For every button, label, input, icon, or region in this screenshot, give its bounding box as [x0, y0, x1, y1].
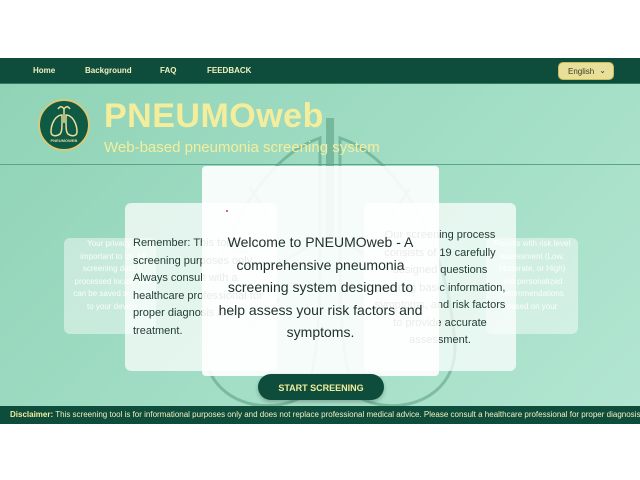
- carousel-card-welcome: Welcome to PNEUMOweb - A comprehensive p…: [202, 166, 439, 376]
- chevron-down-icon: ⌄: [599, 66, 606, 75]
- app-title: PNEUMOweb: [104, 97, 324, 135]
- lungs-logo: PNEUMOWEB: [38, 99, 90, 151]
- nav-faq-link[interactable]: FAQ: [160, 66, 176, 75]
- nav-feedback-link[interactable]: FEEDBACK: [207, 66, 251, 75]
- indicator-dot: [226, 210, 228, 212]
- logo-text: PNEUMOWEB: [50, 138, 78, 143]
- nav-background-link[interactable]: Background: [85, 66, 132, 75]
- disclaimer-label: Disclaimer:: [10, 410, 54, 419]
- disclaimer-text: This screening tool is for informational…: [55, 410, 640, 419]
- top-navbar: Home Background FAQ FEEDBACK English ⌄: [0, 58, 640, 84]
- start-screening-button[interactable]: START SCREENING: [258, 374, 384, 400]
- welcome-text: Welcome to PNEUMOweb - A comprehensive p…: [218, 234, 423, 340]
- app-root: Home Background FAQ FEEDBACK English ⌄ P…: [0, 58, 640, 424]
- language-select-value: English: [568, 67, 595, 76]
- language-select[interactable]: English ⌄: [558, 62, 614, 80]
- nav-home-link[interactable]: Home: [33, 66, 55, 75]
- site-header: PNEUMOWEB PNEUMOweb Web-based pneumonia …: [0, 85, 640, 165]
- disclaimer-bar: Disclaimer: This screening tool is for i…: [0, 406, 640, 424]
- app-subtitle: Web-based pneumonia screening system: [104, 139, 380, 156]
